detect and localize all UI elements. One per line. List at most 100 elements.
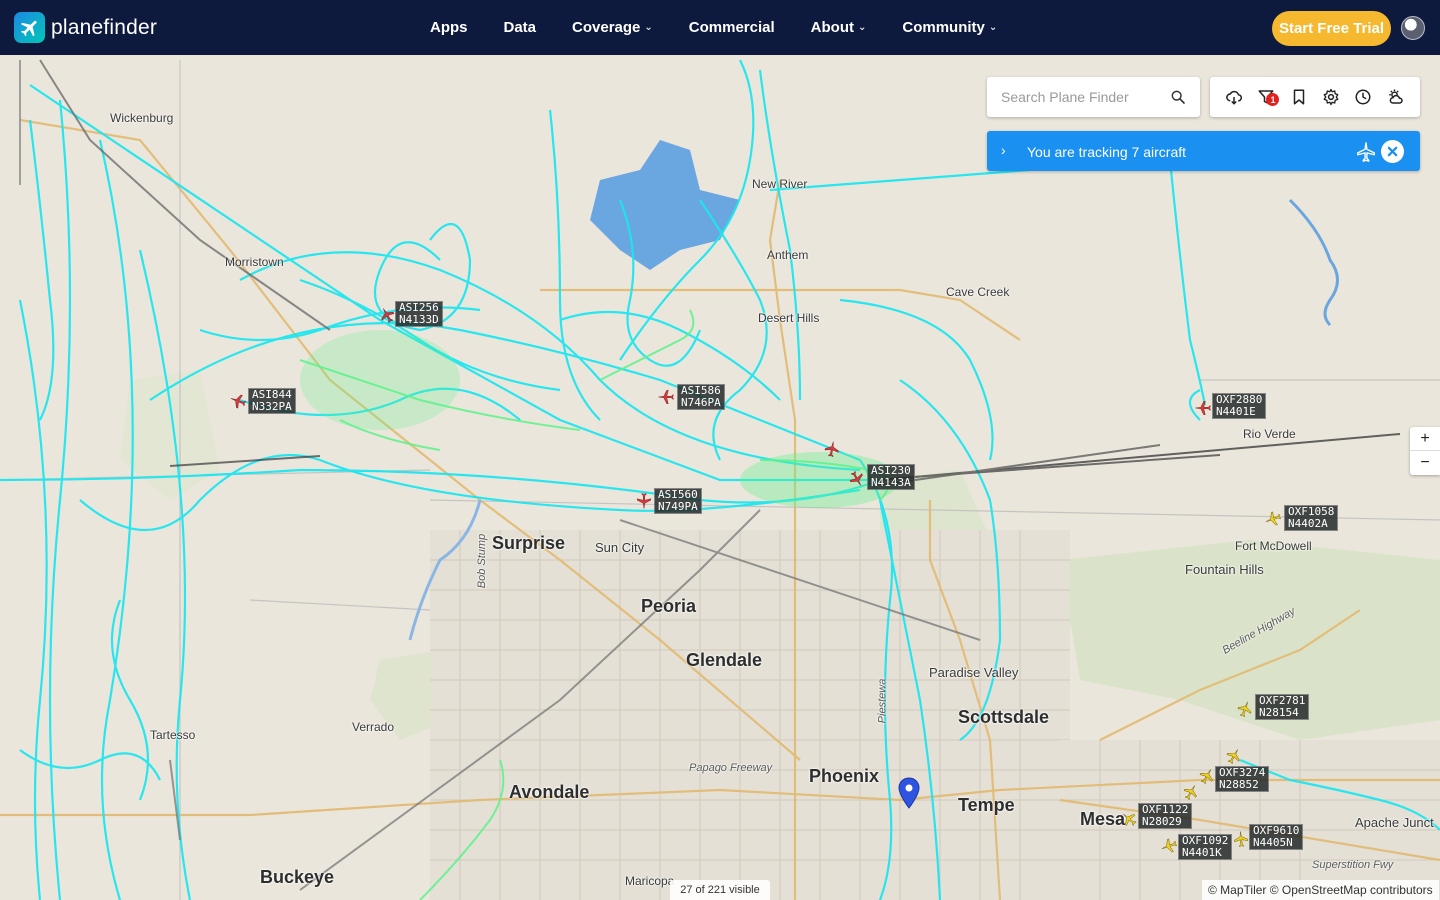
search-box[interactable] [987, 77, 1200, 117]
aircraft-icon[interactable] [822, 439, 843, 460]
place-scottsdale: Scottsdale [958, 707, 1050, 727]
plane-outline-icon [1357, 142, 1375, 162]
aircraft-icon[interactable] [1231, 829, 1251, 849]
nav-about[interactable]: About ⌄ [811, 19, 867, 36]
bookmark-button[interactable] [1288, 86, 1310, 108]
zoom-out-button[interactable]: − [1410, 451, 1440, 475]
aircraft-label-asi256[interactable]: ASI256 N4133D [395, 301, 443, 327]
place-fort-mcdowell: Fort McDowell [1235, 539, 1312, 553]
place-cave-creek: Cave Creek [946, 285, 1010, 299]
chevron-right-icon[interactable]: › [1001, 142, 1006, 158]
chevron-down-icon: ⌄ [644, 22, 653, 33]
nav-apps-label: Apps [430, 19, 468, 36]
nav-commercial-label: Commercial [688, 19, 775, 36]
registration: N4401E [1216, 405, 1256, 418]
place-tartesso: Tartesso [150, 728, 196, 742]
map-attribution[interactable]: © MapTiler © OpenStreetMap contributors [1202, 880, 1439, 900]
place-morristown: Morristown [225, 255, 284, 269]
registration: N4401K [1182, 846, 1222, 859]
aircraft-label-asi586[interactable]: ASI586 N746PA [677, 384, 725, 410]
nav-commercial[interactable]: Commercial [689, 19, 775, 36]
place-apache-junction: Apache Junct [1355, 815, 1434, 830]
aircraft-label-oxf1122[interactable]: OXF1122 N28029 [1138, 803, 1193, 829]
place-surprise: Surprise [492, 533, 566, 553]
weather-icon [1389, 89, 1403, 104]
place-avondale: Avondale [509, 782, 590, 802]
aircraft-icon[interactable] [657, 388, 675, 406]
cloud-icon [1226, 90, 1243, 105]
road-bob-stump: Bob Stump [476, 533, 489, 589]
place-buckeye: Buckeye [260, 867, 335, 887]
search-input[interactable] [987, 89, 1157, 105]
place-fountain-hills: Fountain Hills [1185, 562, 1264, 577]
place-paradise-valley: Paradise Valley [929, 665, 1019, 680]
registration: N746PA [681, 396, 721, 409]
cloud-button[interactable] [1223, 86, 1245, 108]
chevron-down-icon: ⌄ [988, 22, 998, 33]
map-toolbar: 1 [1210, 77, 1420, 117]
user-avatar[interactable] [1401, 16, 1425, 40]
zoom-control: + − [1410, 427, 1440, 475]
road-piestewa: Piestewa [876, 678, 889, 724]
plane-logo-icon [14, 12, 45, 43]
place-phoenix: Phoenix [809, 766, 880, 786]
place-sun-city: Sun City [595, 540, 645, 555]
registration: N332PA [252, 400, 292, 413]
app: planefinder Apps Data Coverage ⌄ Commerci… [0, 0, 1440, 900]
registration: N4133D [399, 313, 439, 326]
top-navbar: planefinder Apps Data Coverage ⌄ Commerci… [0, 0, 1440, 55]
registration: N28154 [1259, 706, 1299, 719]
nav-community-label: Community [902, 19, 985, 36]
location-pin-icon[interactable] [898, 777, 920, 809]
aircraft-label-oxf9610[interactable]: OXF9610 N4405N [1249, 824, 1304, 850]
nav-data[interactable]: Data [504, 19, 537, 36]
nav-apps[interactable]: Apps [430, 19, 468, 36]
place-glendale: Glendale [686, 650, 763, 670]
nav-about-label: About [810, 19, 854, 36]
registration: N4405N [1253, 836, 1293, 849]
aircraft-label-oxf2880[interactable]: OXF2880 N4401E [1212, 393, 1267, 419]
aircraft-label-asi230[interactable]: ASI230 N4143A [867, 464, 915, 490]
zoom-in-button[interactable]: + [1410, 427, 1440, 451]
place-new-river: New River [752, 177, 808, 191]
nav-data-label: Data [503, 19, 537, 36]
aircraft-label-oxf1092[interactable]: OXF1092 N4401K [1178, 834, 1233, 860]
place-verrado: Verrado [352, 720, 395, 734]
settings-button[interactable] [1320, 86, 1342, 108]
brand-name: planefinder [51, 15, 158, 39]
history-button[interactable] [1352, 86, 1374, 108]
registration: N28029 [1142, 815, 1182, 828]
aircraft-label-asi844[interactable]: ASI844 N332PA [248, 388, 296, 414]
aircraft-label-oxf1058[interactable]: OXF1058 N4402A [1284, 505, 1339, 531]
filter-button[interactable]: 1 [1255, 86, 1280, 108]
chevron-down-icon: ⌄ [857, 22, 867, 33]
place-tempe: Tempe [958, 795, 1015, 815]
weather-button[interactable] [1385, 86, 1407, 108]
place-peoria: Peoria [641, 596, 697, 616]
aircraft-label-oxf2781[interactable]: OXF2781 N28154 [1255, 694, 1310, 720]
history-icon [1355, 89, 1371, 105]
place-rio-verde: Rio Verde [1243, 427, 1296, 441]
close-icon [1387, 146, 1398, 157]
aircraft-label-oxf3274[interactable]: OXF3274 N28852 [1215, 766, 1270, 792]
aircraft-label-asi560[interactable]: ASI560 N749PA [654, 488, 702, 514]
nav-community[interactable]: Community ⌄ [902, 19, 997, 36]
visible-count: 27 of 221 visible [670, 880, 770, 900]
place-anthem: Anthem [767, 248, 809, 262]
filter-badge: 1 [1266, 93, 1280, 106]
nav-coverage[interactable]: Coverage ⌄ [572, 19, 653, 36]
close-tracking-button[interactable] [1381, 140, 1404, 163]
search-icon[interactable] [1170, 89, 1186, 105]
aircraft-icon[interactable] [635, 492, 653, 510]
flight-map[interactable]: Wickenburg Morristown New River Anthem D… [0, 55, 1440, 900]
brand[interactable]: planefinder [14, 12, 157, 43]
aircraft-icon[interactable] [1194, 399, 1212, 417]
road-superstition: Superstition Fwy [1312, 859, 1394, 871]
bookmark-icon [1293, 89, 1305, 105]
registration: N4143A [871, 476, 911, 489]
nav-coverage-label: Coverage [572, 19, 641, 36]
registration: N28852 [1219, 778, 1259, 791]
start-free-trial-button[interactable]: Start Free Trial [1272, 11, 1391, 46]
tracking-text: You are tracking 7 aircraft [1027, 144, 1187, 160]
settings-icon [1323, 88, 1339, 106]
